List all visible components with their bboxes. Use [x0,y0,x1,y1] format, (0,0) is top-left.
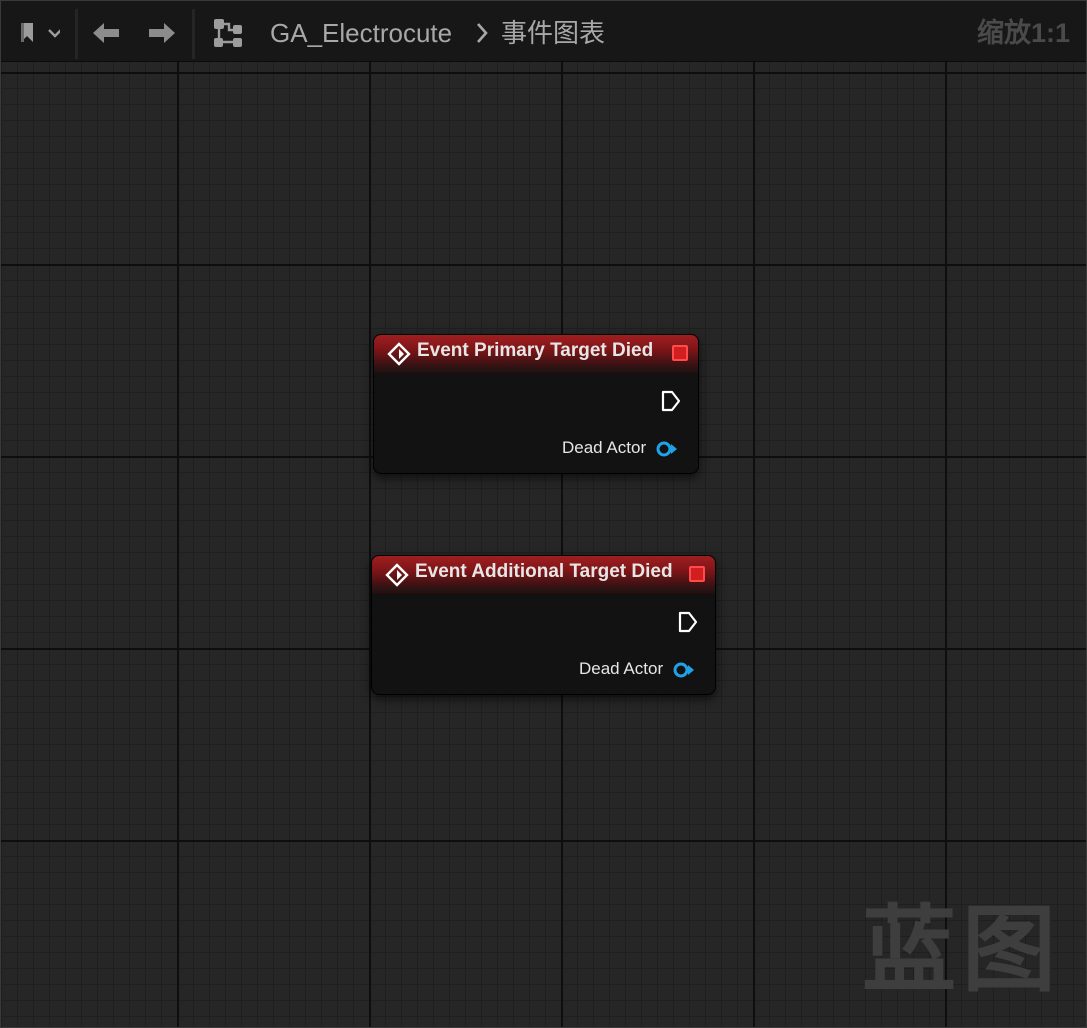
toolbar-divider [192,9,195,59]
bookmark-icon [21,23,60,42]
breadcrumb-graph[interactable]: 事件图表 [501,15,605,51]
arrow-right-icon [149,23,175,43]
arrow-left-icon [93,23,119,43]
node-title: Event Additional Target Died [415,561,673,582]
event-node-primary-target-died[interactable]: Event Primary Target Died Dead Actor [373,334,699,474]
chevron-right-icon [471,15,493,51]
pin-label-dead-actor: Dead Actor [562,438,647,457]
graph-type-button[interactable] [207,15,251,51]
graph-hierarchy-icon [214,19,242,47]
event-diamond-icon [385,563,409,587]
graph-canvas[interactable] [0,0,1087,1028]
node-header[interactable]: Event Primary Target Died [374,335,698,373]
zoom-label: 缩放1:1 [976,18,1070,48]
delegate-pin-icon[interactable] [689,566,705,582]
bookmark-button[interactable] [13,15,63,51]
delegate-pin-icon[interactable] [672,345,688,361]
exec-output-pin-icon[interactable] [678,611,698,633]
breadcrumb-blueprint[interactable]: GA_Electrocute [270,15,452,51]
object-output-pin-icon[interactable] [673,662,695,678]
exec-output-pin-icon[interactable] [661,390,681,412]
node-title: Event Primary Target Died [417,340,654,361]
event-diamond-icon [387,342,411,366]
pin-label-dead-actor: Dead Actor [579,659,664,678]
node-header[interactable]: Event Additional Target Died [372,556,715,594]
back-button[interactable] [85,15,127,51]
object-output-pin-icon[interactable] [656,441,678,457]
toolbar-divider [75,9,78,59]
graph-toolbar: GA_Electrocute 事件图表 缩放1:1 [1,1,1086,62]
event-node-additional-target-died[interactable]: Event Additional Target Died Dead Actor [371,555,716,695]
forward-button[interactable] [141,15,183,51]
blueprint-watermark: 蓝图 [861,896,1062,1005]
